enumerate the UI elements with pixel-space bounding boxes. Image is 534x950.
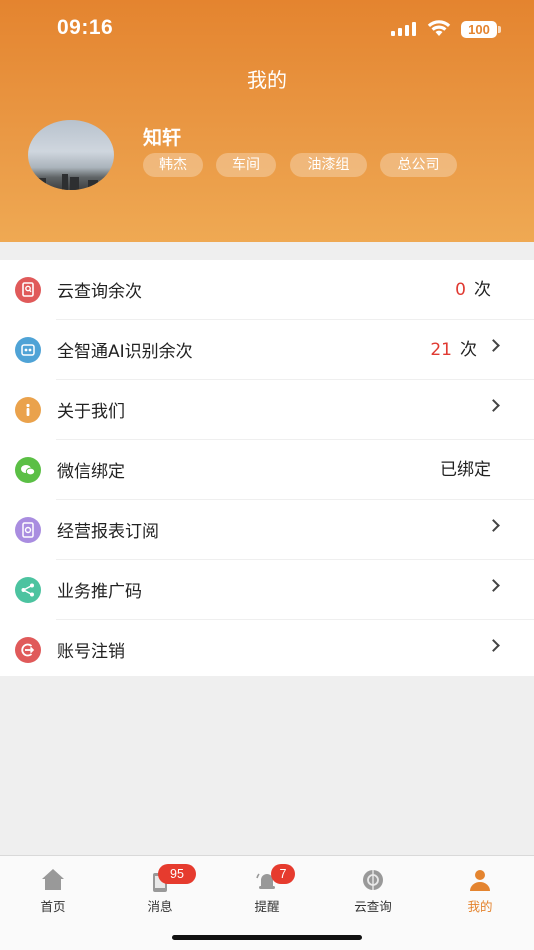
chevron-right-icon: [487, 519, 500, 532]
binding-status: 已绑定: [440, 460, 491, 480]
battery-icon: 100: [461, 21, 497, 38]
ai-scan-icon: [15, 337, 41, 363]
share-icon: [15, 577, 41, 603]
menu-item-ai-recognition-remaining[interactable]: 全智通AI识别余次 21 次: [0, 320, 534, 380]
menu-item-wechat-binding[interactable]: 微信绑定 已绑定: [0, 440, 534, 500]
tab-label: 提醒: [254, 899, 280, 914]
logout-icon: [15, 637, 41, 663]
menu-label: 业务推广码: [57, 582, 142, 602]
menu-count: 0次: [455, 275, 491, 300]
tag-name: 韩杰: [143, 153, 203, 177]
settings-menu: 云查询余次 0次 全智通AI识别余次 21 次 关于我们 微信绑定 已绑定 经营…: [0, 260, 534, 676]
tab-label: 我的: [467, 899, 493, 914]
tag-company: 总公司: [380, 153, 457, 177]
reminders-badge: 7: [271, 864, 295, 884]
chevron-right-icon: [487, 579, 500, 592]
tab-messages[interactable]: 消息 95: [120, 862, 200, 914]
search-doc-icon: [15, 277, 41, 303]
tab-label: 云查询: [354, 899, 392, 914]
user-name: 知轩: [143, 127, 182, 149]
tab-label: 首页: [40, 899, 66, 914]
menu-label: 账号注销: [57, 642, 125, 662]
tab-cloud-query[interactable]: 云查询: [333, 862, 413, 914]
menu-item-report-subscription[interactable]: 经营报表订阅: [0, 500, 534, 560]
count-unit: 次: [460, 340, 477, 360]
chevron-right-icon: [487, 339, 500, 352]
tag-team: 油漆组: [290, 153, 367, 177]
wechat-icon: [15, 457, 41, 483]
battery-tip: [498, 26, 501, 33]
chevron-right-icon: [487, 399, 500, 412]
tab-profile[interactable]: 我的: [440, 862, 520, 914]
info-icon: [15, 397, 41, 423]
status-bar: 09:16 100: [0, 0, 534, 58]
status-time: 09:16: [57, 16, 114, 39]
count-unit: 次: [474, 280, 491, 300]
menu-label: 关于我们: [57, 402, 125, 422]
avatar[interactable]: [28, 120, 114, 190]
report-icon: [15, 517, 41, 543]
tab-label: 消息: [147, 899, 173, 914]
menu-item-account-cancellation[interactable]: 账号注销: [0, 620, 534, 680]
home-indicator[interactable]: [172, 935, 362, 940]
page-title: 我的: [247, 68, 287, 92]
messages-badge: 95: [158, 864, 196, 884]
menu-label: 云查询余次: [57, 282, 142, 302]
wifi-icon: [427, 20, 451, 36]
profile-icon: [470, 870, 490, 891]
menu-label: 经营报表订阅: [57, 522, 159, 542]
menu-item-promo-code[interactable]: 业务推广码: [0, 560, 534, 620]
count-number: 0: [455, 280, 466, 300]
tab-reminders[interactable]: 提醒 7: [227, 862, 307, 914]
menu-count: 21 次: [430, 335, 477, 360]
profile-header: 09:16 100 我的 知轩 韩杰 车间 油漆组 总公司: [0, 0, 534, 242]
cloud-query-icon: [363, 870, 383, 890]
menu-label: 微信绑定: [57, 462, 125, 482]
menu-item-about-us[interactable]: 关于我们: [0, 380, 534, 440]
menu-item-cloud-query-remaining[interactable]: 云查询余次 0次: [0, 260, 534, 320]
home-icon: [42, 869, 64, 890]
menu-label: 全智通AI识别余次: [57, 342, 193, 362]
signal-icon: [391, 22, 416, 36]
tab-home[interactable]: 首页: [13, 862, 93, 914]
chevron-right-icon: [487, 639, 500, 652]
tag-department: 车间: [216, 153, 276, 177]
count-number: 21: [430, 340, 452, 360]
